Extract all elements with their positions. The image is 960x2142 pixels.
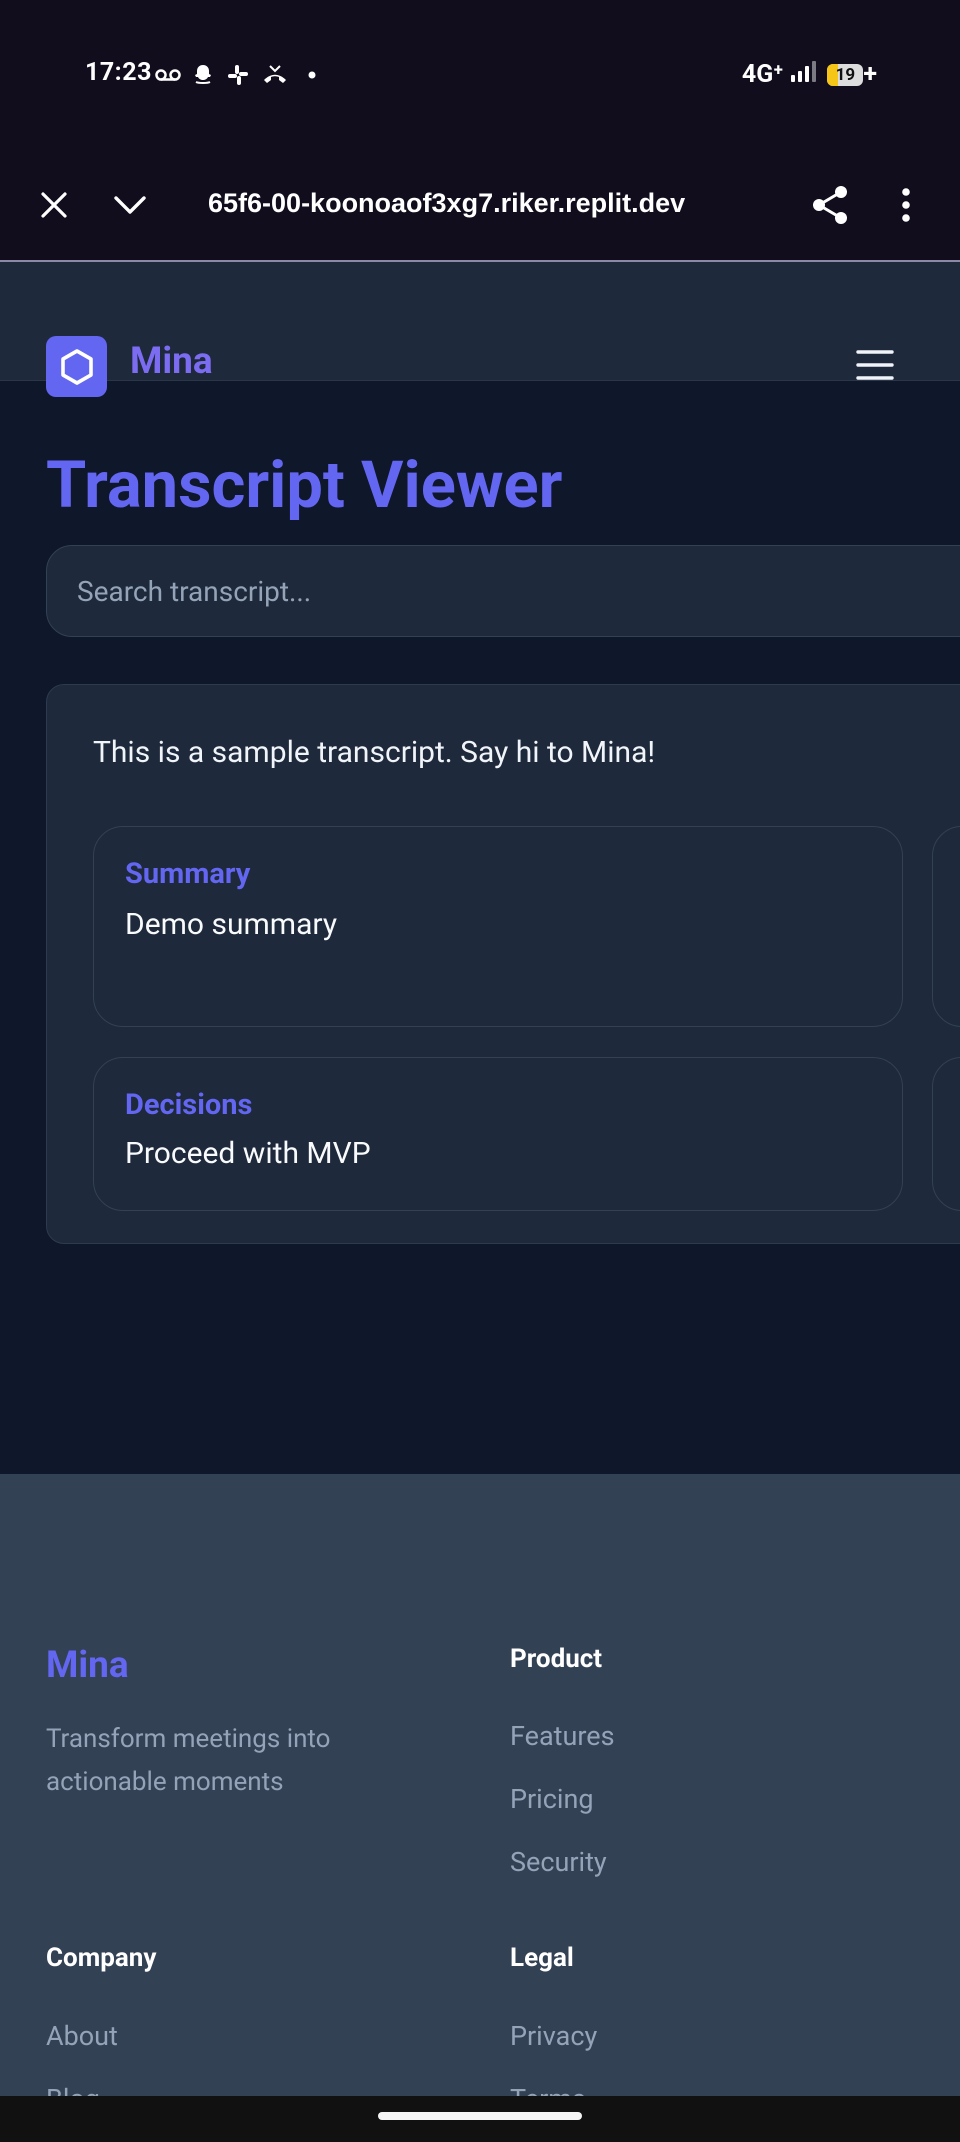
voicemail-icon [155,62,181,88]
footer-heading-legal: Legal [510,1943,574,1973]
battery-level: 19 [835,64,856,85]
decisions-label: Decisions [125,1088,253,1122]
transcript-text: This is a sample transcript. Say hi to M… [93,735,656,770]
decisions-value: Proceed with MVP [125,1136,371,1171]
url-text[interactable]: 65f6-00-koonoaof3xg7.riker.replit.dev [208,188,685,219]
search-input[interactable] [46,545,960,637]
missed-call-icon [262,62,288,88]
summary-value: Demo summary [125,907,338,942]
summary-label: Summary [125,857,251,891]
footer-link-security[interactable]: Security [510,1846,607,1878]
decisions-card: Decisions Proceed with MVP [93,1057,903,1211]
status-time: 17:23 [85,58,152,87]
close-icon [41,192,67,218]
site-footer: Mina Transform meetings into actionable … [0,1474,960,2142]
snapchat-icon [191,62,215,88]
system-navigation-bar [0,2096,960,2142]
more-dot-icon [308,62,316,88]
chevron-down-icon [114,196,146,214]
more-options-button[interactable] [886,185,926,225]
footer-link-privacy[interactable]: Privacy [510,2020,597,2052]
page-title: Transcript Viewer [46,447,563,523]
hamburger-icon [856,350,894,380]
footer-brand[interactable]: Mina [46,1644,129,1687]
network-type: 4G⁺ [741,60,784,89]
battery-icon: 19 [827,63,864,86]
info-card-partial [932,826,960,1027]
browser-toolbar: 65f6-00-koonoaof3xg7.riker.replit.dev [0,150,960,262]
footer-heading-product: Product [510,1644,603,1674]
close-tab-button[interactable] [34,185,74,225]
transcript-card: This is a sample transcript. Say hi to M… [46,684,960,1244]
share-icon [813,186,847,224]
home-indicator[interactable] [378,2112,582,2120]
footer-tagline: Transform meetings into actionable momen… [46,1724,331,1797]
slack-icon [226,62,250,88]
footer-heading-company: Company [46,1943,157,1973]
footer-link-about[interactable]: About [46,2020,118,2052]
menu-button[interactable] [856,348,894,382]
signal-icon [791,60,819,89]
web-page: Mina Transcript Viewer This is a sample … [0,262,960,2142]
more-vert-icon [902,188,910,222]
status-bar: 17:23 4G⁺ 19 + [0,0,960,150]
footer-link-features[interactable]: Features [510,1720,615,1752]
charging-indicator: + [863,60,877,89]
summary-card: Summary Demo summary [93,826,903,1027]
minimize-button[interactable] [110,185,150,225]
hexagon-icon [60,348,93,385]
footer-link-pricing[interactable]: Pricing [510,1783,594,1815]
info-card-partial [932,1057,960,1211]
share-button[interactable] [810,185,850,225]
status-right-cluster: 4G⁺ 19 + [742,60,877,89]
brand-logo[interactable] [46,336,107,397]
brand-name[interactable]: Mina [130,340,213,383]
